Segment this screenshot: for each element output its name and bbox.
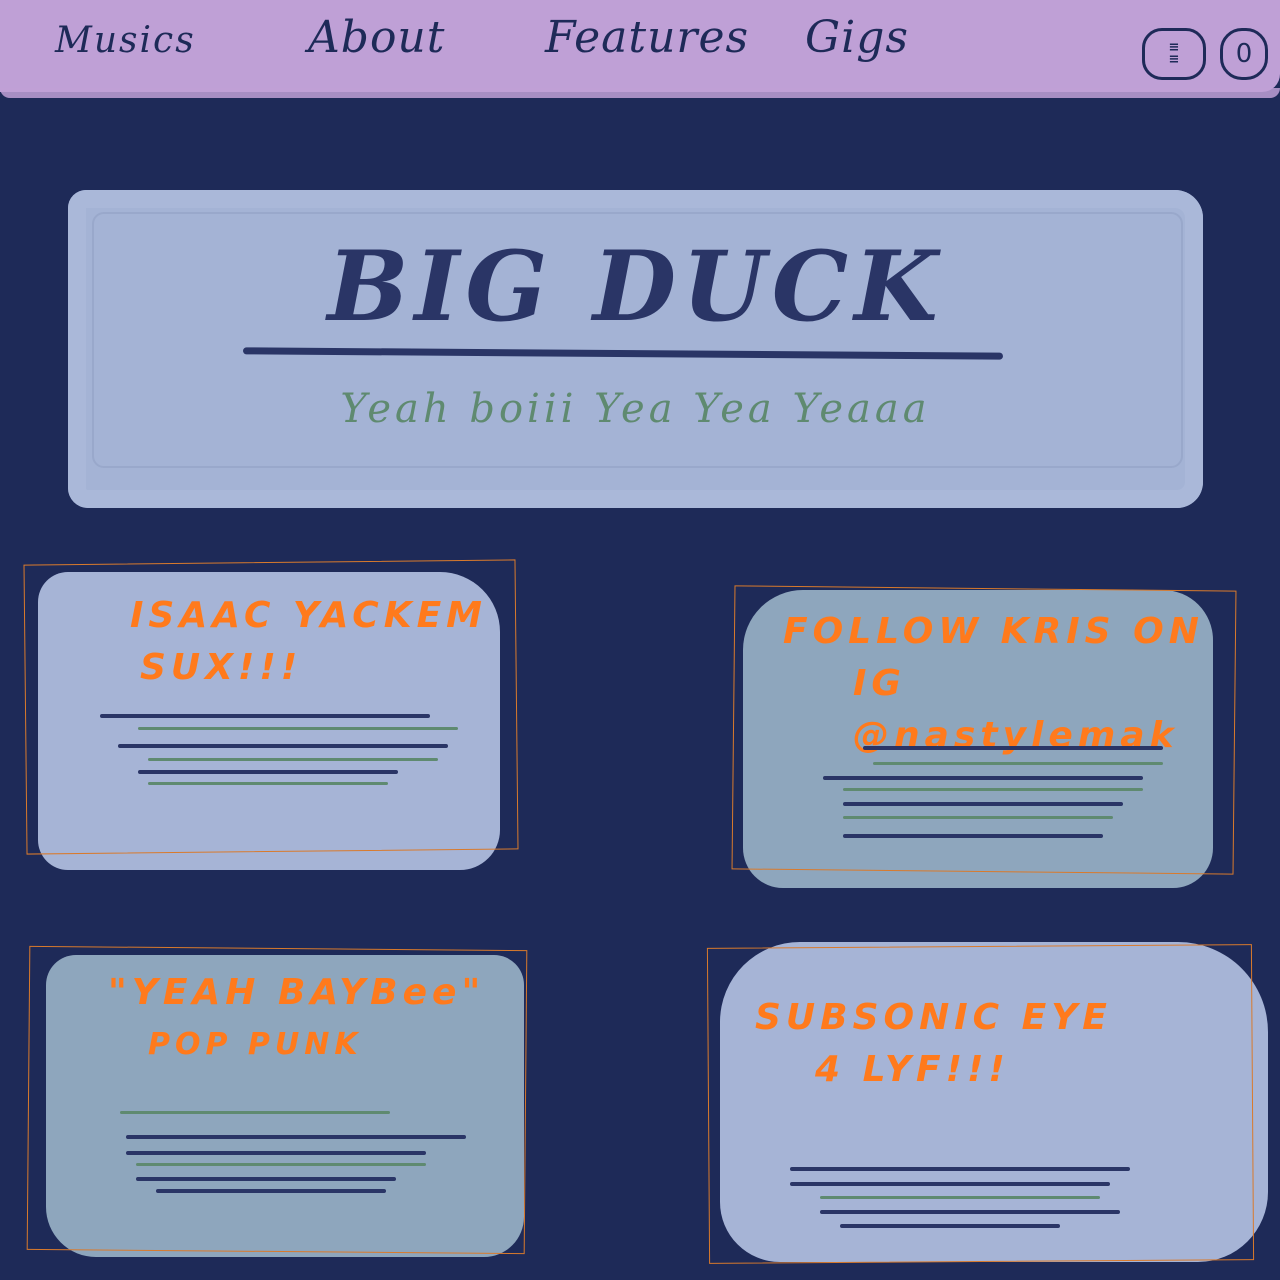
card-frame <box>23 559 519 855</box>
nav-item-gigs[interactable]: Gigs <box>805 12 909 63</box>
nav-item-features[interactable]: Features <box>545 12 749 63</box>
menu-icon[interactable]: ≡ ≡ <box>1142 28 1206 80</box>
hero-banner: BIG DUCK Yeah boiii Yea Yea Yeaaa <box>68 190 1203 508</box>
nav-item-musics[interactable]: Musics <box>55 20 196 61</box>
card-frame <box>731 585 1237 875</box>
card-frame <box>26 945 528 1255</box>
card-frame <box>706 944 1255 1264</box>
site-tagline: Yeah boiii Yea Yea Yeaaa <box>340 386 931 432</box>
nav-item-about[interactable]: About <box>308 12 445 63</box>
site-title: BIG DUCK <box>327 230 944 343</box>
cart-count-badge[interactable]: 0 <box>1220 28 1268 80</box>
top-nav-bar: Musics About Features Gigs ≡ ≡ 0 <box>0 0 1280 98</box>
